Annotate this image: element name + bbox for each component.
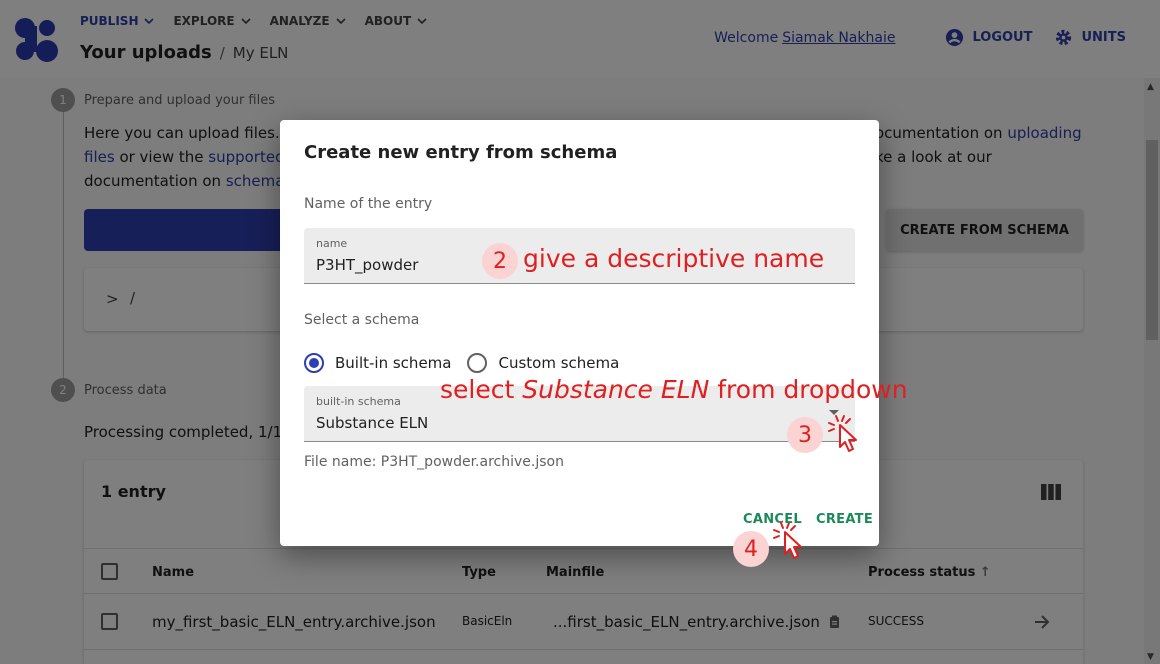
annotation-step-4-badge: 4 bbox=[733, 531, 769, 567]
builtin-schema-label[interactable]: Built-in schema bbox=[335, 354, 451, 372]
builtin-schema-select-value: Substance ELN bbox=[316, 414, 429, 432]
file-name-hint: File name: P3HT_powder.archive.json bbox=[304, 454, 564, 470]
schema-type-radio-group: Built-in schema Custom schema bbox=[304, 353, 635, 373]
annotation-text-emphasis: Substance ELN bbox=[522, 375, 710, 404]
click-cursor-icon bbox=[773, 522, 802, 559]
custom-schema-radio[interactable] bbox=[467, 353, 488, 373]
annotation-step-3-text: select Substance ELN from dropdown bbox=[440, 375, 908, 404]
annotation-text-part: from dropdown bbox=[709, 375, 908, 404]
annotation-step-2-badge: 2 bbox=[482, 243, 518, 279]
custom-schema-label[interactable]: Custom schema bbox=[498, 354, 619, 372]
entry-name-value: P3HT_powder bbox=[316, 256, 419, 274]
schema-caption: Select a schema bbox=[304, 312, 420, 328]
click-cursor-icon bbox=[828, 415, 857, 452]
annotation-step-3-badge: 3 bbox=[787, 417, 823, 453]
create-entry-dialog: Create new entry from schema Name of the… bbox=[280, 120, 879, 546]
entry-name-label: name bbox=[316, 237, 348, 250]
dialog-title: Create new entry from schema bbox=[304, 142, 618, 163]
annotation-step-2-text: give a descriptive name bbox=[523, 244, 825, 273]
name-caption: Name of the entry bbox=[304, 196, 433, 212]
annotation-text-part: select bbox=[440, 375, 523, 404]
create-button[interactable]: CREATE bbox=[816, 512, 873, 527]
builtin-schema-radio[interactable] bbox=[304, 353, 324, 373]
builtin-schema-select-label: built-in schema bbox=[316, 395, 401, 408]
